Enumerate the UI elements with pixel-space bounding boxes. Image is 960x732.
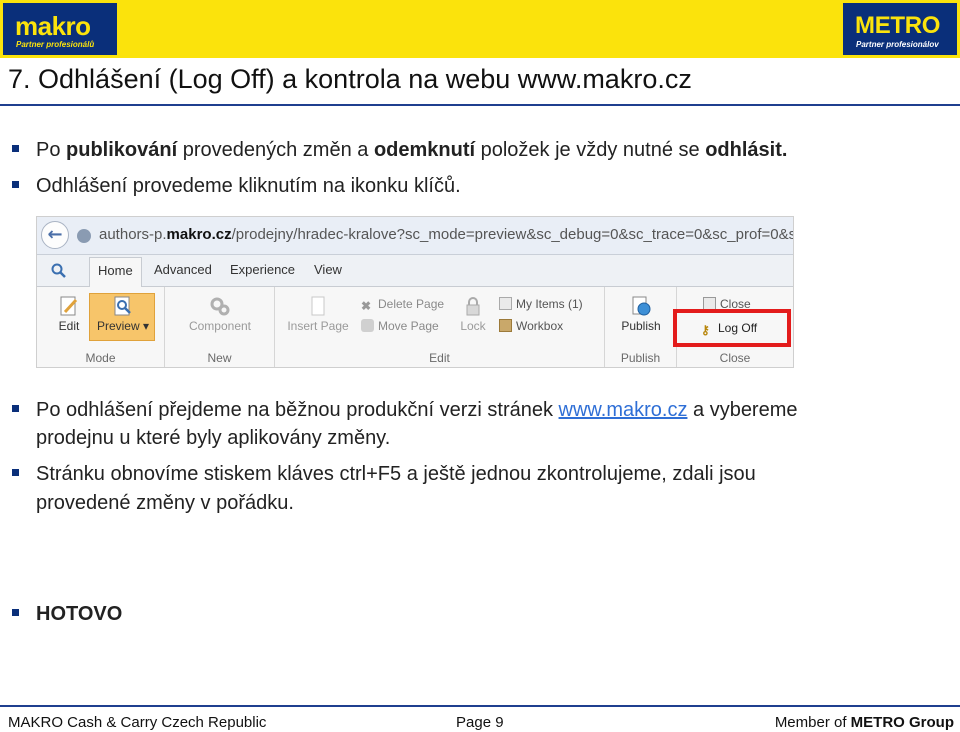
metro-logo-sub: Partner profesionálov — [856, 40, 939, 49]
bullet-text-production-line2: prodejnu u které byly aplikovány změny. — [36, 427, 391, 449]
workbox-button[interactable]: Workbox — [499, 319, 563, 333]
title-divider — [0, 104, 960, 106]
insert-page-label: Insert Page — [287, 319, 349, 333]
bullet-marker — [12, 469, 19, 476]
footer-divider — [0, 705, 960, 707]
publish-globe-icon — [632, 296, 651, 316]
bullet-marker — [12, 181, 19, 188]
move-page-button[interactable]: Move Page — [361, 319, 439, 333]
group-label-new: New — [207, 351, 232, 365]
bullet-marker — [12, 609, 19, 616]
lock-icon — [466, 297, 480, 316]
lock-button[interactable]: Lock — [453, 295, 493, 333]
footer-member-text: Member of — [774, 714, 851, 731]
group-new: Component New — [165, 287, 275, 367]
group-label-mode: Mode — [85, 351, 116, 365]
insert-page-icon — [311, 296, 325, 316]
makro-link[interactable]: www.makro.cz — [559, 399, 688, 421]
header-band — [0, 0, 960, 58]
delete-x-icon: ✖ — [361, 299, 372, 313]
my-items-button[interactable]: My Items (1) — [499, 297, 583, 311]
footer-member: Member of METRO Group — [775, 714, 954, 731]
footer-page-number: Page 9 — [456, 714, 504, 731]
edit-button[interactable]: Edit — [51, 295, 87, 333]
move-page-label: Move Page — [378, 319, 439, 333]
search-icon[interactable] — [51, 263, 67, 279]
move-page-icon — [361, 319, 374, 332]
bullet-text-done: HOTOVO — [36, 603, 123, 625]
bullet-marker — [12, 145, 19, 152]
address-bar: ← authors-p.makro.cz/prodejny/hradec-kra… — [37, 217, 793, 255]
component-label: Component — [188, 319, 252, 333]
component-gears-icon — [210, 297, 230, 316]
bullet-text-refresh-line1: Stránku obnovíme stiskem kláves ctrl+F5 … — [36, 463, 756, 485]
text-run: a vybereme — [687, 399, 798, 421]
metro-logo: METRO Partner profesionálov — [843, 3, 957, 55]
makro-logo-sub: Partner profesionálů — [16, 40, 95, 49]
edit-pencil-icon — [60, 296, 78, 316]
bullet-text-production-line1: Po odhlášení přejdeme na běžnou produkčn… — [36, 396, 798, 424]
delete-page-button[interactable]: ✖ Delete Page — [361, 297, 445, 313]
edit-label: Edit — [58, 319, 80, 333]
group-label-close: Close — [719, 351, 751, 365]
tab-experience[interactable]: Experience — [230, 262, 295, 277]
makro-logo: makro Partner profesionálů — [3, 3, 117, 55]
back-arrow-icon[interactable]: ← — [41, 221, 69, 249]
my-items-label: My Items (1) — [516, 297, 583, 311]
tab-view[interactable]: View — [314, 262, 342, 277]
bullet-text-publish: Po publikování provedených změn a odemkn… — [36, 136, 787, 164]
component-button[interactable]: Component — [183, 295, 257, 333]
group-label-edit: Edit — [429, 351, 450, 365]
group-label-publish: Publish — [620, 351, 661, 365]
globe-icon — [77, 229, 91, 243]
ribbon-body: Edit Preview ▾ Mode Component New Insert… — [37, 287, 793, 367]
text-bold: publikování — [66, 139, 178, 161]
ribbon-tabs: Home Advanced Experience View — [37, 255, 793, 287]
my-items-icon — [499, 297, 512, 310]
footer-company: MAKRO Cash & Carry Czech Republic — [8, 714, 267, 731]
publish-button[interactable]: Publish — [615, 295, 667, 333]
cms-ribbon-screenshot: ← authors-p.makro.cz/prodejny/hradec-kra… — [36, 216, 794, 368]
slide-title: 7. Odhlášení (Log Off) a kontrola na web… — [8, 64, 692, 94]
url-text[interactable]: authors-p.makro.cz/prodejny/hradec-kralo… — [99, 226, 794, 243]
preview-magnifier-icon — [114, 296, 131, 316]
workbox-label: Workbox — [516, 319, 564, 333]
preview-button[interactable]: Preview ▾ — [93, 295, 153, 333]
publish-label: Publish — [621, 319, 661, 333]
text-run: položek je vždy nutné se — [475, 139, 706, 161]
lock-label: Lock — [460, 319, 486, 333]
tab-home[interactable]: Home — [89, 257, 142, 287]
tab-advanced[interactable]: Advanced — [154, 262, 212, 277]
insert-page-button[interactable]: Insert Page — [281, 295, 355, 333]
group-publish: Publish Publish — [605, 287, 677, 367]
footer-metro-group: METRO Group — [850, 714, 954, 731]
delete-page-label: Delete Page — [378, 297, 445, 311]
bullet-text-logoff: Odhlášení provedeme kliknutím na ikonku … — [36, 175, 461, 197]
url-domain: makro.cz — [166, 226, 232, 243]
url-prefix: authors-p. — [99, 226, 167, 243]
text-run: Po odhlášení přejdeme na běžnou produkčn… — [36, 399, 559, 421]
text-run: provedených změn a — [177, 139, 374, 161]
preview-label: Preview — [96, 319, 140, 333]
makro-logo-word: makro — [15, 11, 91, 41]
log-off-highlight-box — [673, 309, 791, 347]
text-bold: odhlásit. — [705, 139, 788, 161]
workbox-icon — [499, 319, 512, 332]
text-run: Po — [36, 139, 67, 161]
bullet-marker — [12, 405, 19, 412]
metro-logo-word: METRO — [855, 12, 941, 39]
bullet-text-refresh-line2: provedené změny v pořádku. — [36, 492, 294, 514]
group-mode: Edit Preview ▾ Mode — [37, 287, 165, 367]
group-edit: Insert Page ✖ Delete Page Move Page Lock … — [275, 287, 605, 367]
dropdown-caret-icon: ▾ — [143, 319, 150, 333]
url-path: /prodejny/hradec-kralove?sc_mode=preview… — [231, 226, 794, 243]
text-bold: odemknutí — [373, 139, 476, 161]
